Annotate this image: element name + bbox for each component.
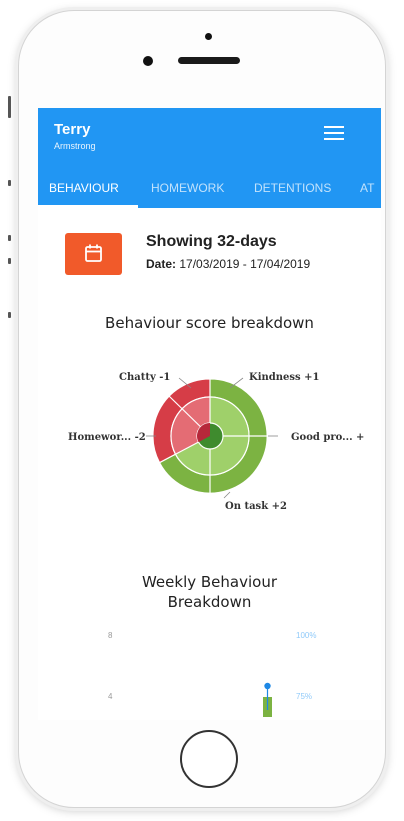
app-header: Terry Armstrong BEHAVIOUR HOMEWORK DETEN… bbox=[38, 108, 381, 208]
date-label: Date: bbox=[146, 257, 177, 271]
tab-detentions[interactable]: DETENTIONS bbox=[254, 176, 331, 208]
student-last-name: Armstrong bbox=[54, 141, 96, 151]
home-button[interactable] bbox=[180, 730, 238, 788]
chart-label-on-task: On task +2 bbox=[225, 501, 287, 512]
right-tick-label: 100% bbox=[296, 631, 316, 640]
period-title: Showing 32-days bbox=[146, 233, 277, 250]
weekly-behaviour-chart: 8 4 100% 75% bbox=[108, 631, 316, 717]
date-range: 17/03/2019 - 17/04/2019 bbox=[179, 257, 311, 271]
tab-bar: BEHAVIOUR HOMEWORK DETENTIONS AT bbox=[38, 176, 381, 208]
weekly-title-line1: Weekly Behaviour bbox=[141, 573, 278, 591]
app-screen: Terry Armstrong BEHAVIOUR HOMEWORK DETEN… bbox=[38, 108, 381, 720]
y-tick-label: 4 bbox=[108, 692, 113, 701]
phone-side-button bbox=[8, 235, 11, 241]
breakdown-title: Behaviour score breakdown bbox=[105, 314, 314, 332]
label-leader-line bbox=[223, 491, 231, 499]
tab-attendance[interactable]: AT bbox=[360, 176, 374, 208]
phone-side-button bbox=[8, 96, 11, 118]
phone-side-button bbox=[8, 258, 11, 264]
phone-side-button bbox=[8, 180, 11, 186]
calendar-icon bbox=[85, 244, 102, 262]
trend-point bbox=[264, 682, 271, 690]
calendar-button[interactable] bbox=[65, 233, 122, 275]
proximity-sensor bbox=[143, 56, 153, 66]
chart-label-chatty: Chatty -1 bbox=[119, 372, 170, 383]
y-tick-label: 8 bbox=[108, 631, 113, 640]
chart-label-homework: Homewor... -2 bbox=[68, 432, 146, 443]
tab-behaviour[interactable]: BEHAVIOUR bbox=[49, 176, 119, 208]
chart-label-good-progress: Good pro... + bbox=[291, 432, 364, 443]
phone-side-button bbox=[8, 312, 11, 318]
menu-icon[interactable] bbox=[324, 126, 344, 142]
chart-label-kindness: Kindness +1 bbox=[249, 372, 319, 383]
tab-indicator bbox=[38, 205, 138, 208]
right-tick-label: 75% bbox=[296, 692, 312, 701]
date-range-line: Date: 17/03/2019 - 17/04/2019 bbox=[146, 257, 310, 271]
front-camera bbox=[205, 33, 212, 40]
behaviour-sunburst-chart: Chatty -1 Kindness +1 Homewor... -2 Good… bbox=[68, 372, 364, 512]
tab-homework[interactable]: HOMEWORK bbox=[151, 176, 224, 208]
student-first-name: Terry bbox=[54, 121, 91, 138]
weekly-title-line2: Breakdown bbox=[167, 593, 252, 611]
earpiece-speaker bbox=[178, 57, 240, 64]
